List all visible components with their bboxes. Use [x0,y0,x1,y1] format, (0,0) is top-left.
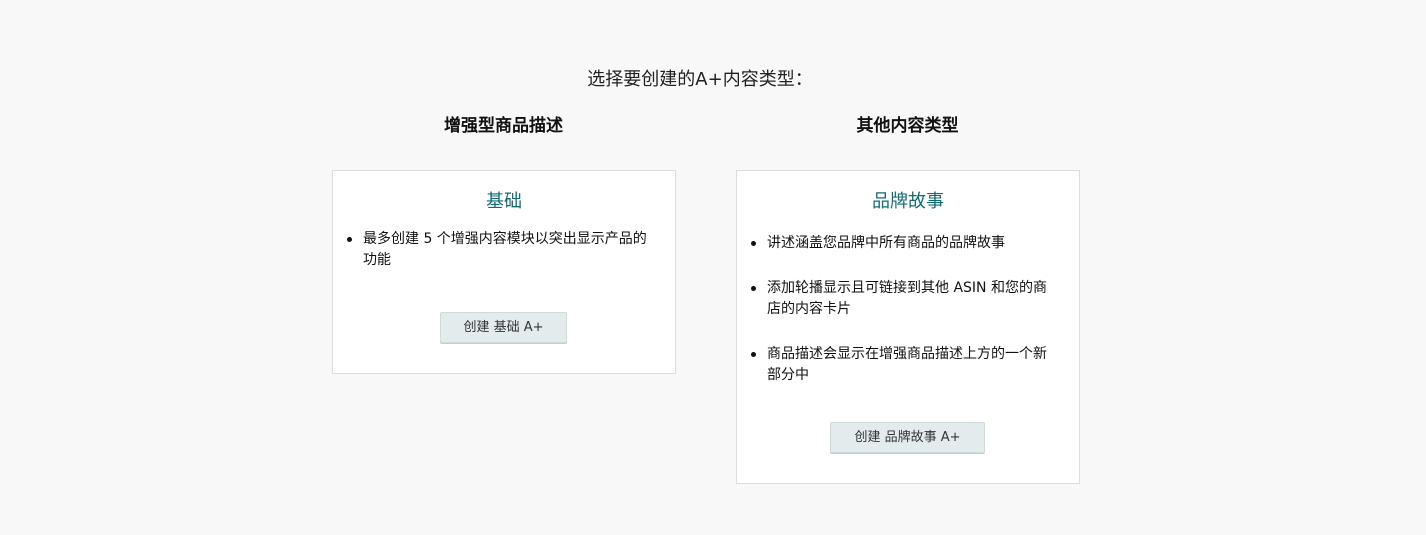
list-item-text: 商品描述会显示在增强商品描述上方的一个新部分中 [767,346,1047,383]
list-item-text: 添加轮播显示且可链接到其他 ASIN 和您的商店的内容卡片 [767,280,1047,317]
brand-story-card-title: 品牌故事 [872,191,944,212]
section-heading-other: 其他内容类型 [856,116,959,136]
brand-story-card: 品牌故事 讲述涵盖您品牌中所有商品的品牌故事 添加轮播显示且可链接到其他 ASI… [736,170,1080,484]
list-item: 添加轮播显示且可链接到其他 ASIN 和您的商店的内容卡片 [751,278,1059,320]
list-item: 最多创建 5 个增强内容模块以突出显示产品的功能 [347,229,655,271]
list-item-text: 最多创建 5 个增强内容模块以突出显示产品的功能 [363,231,647,268]
list-item: 讲述涵盖您品牌中所有商品的品牌故事 [751,233,1059,254]
basic-card-title: 基础 [486,191,522,212]
bullet-icon [751,352,756,357]
create-basic-a-plus-button[interactable]: 创建 基础 A+ [440,312,567,343]
list-item-text: 讲述涵盖您品牌中所有商品的品牌故事 [767,235,1005,251]
bullet-icon [751,286,756,291]
bullet-icon [751,241,756,246]
list-item: 商品描述会显示在增强商品描述上方的一个新部分中 [751,344,1059,386]
create-brand-story-a-plus-button[interactable]: 创建 品牌故事 A+ [830,422,985,453]
section-heading-enhanced: 增强型商品描述 [444,116,563,136]
basic-feature-list: 最多创建 5 个增强内容模块以突出显示产品的功能 [347,229,655,271]
basic-content-card: 基础 最多创建 5 个增强内容模块以突出显示产品的功能 创建 基础 A+ [332,170,676,374]
bullet-icon [347,237,352,242]
brand-story-feature-list: 讲述涵盖您品牌中所有商品的品牌故事 添加轮播显示且可链接到其他 ASIN 和您的… [751,233,1059,410]
page-title: 选择要创建的A+内容类型： [587,69,813,90]
